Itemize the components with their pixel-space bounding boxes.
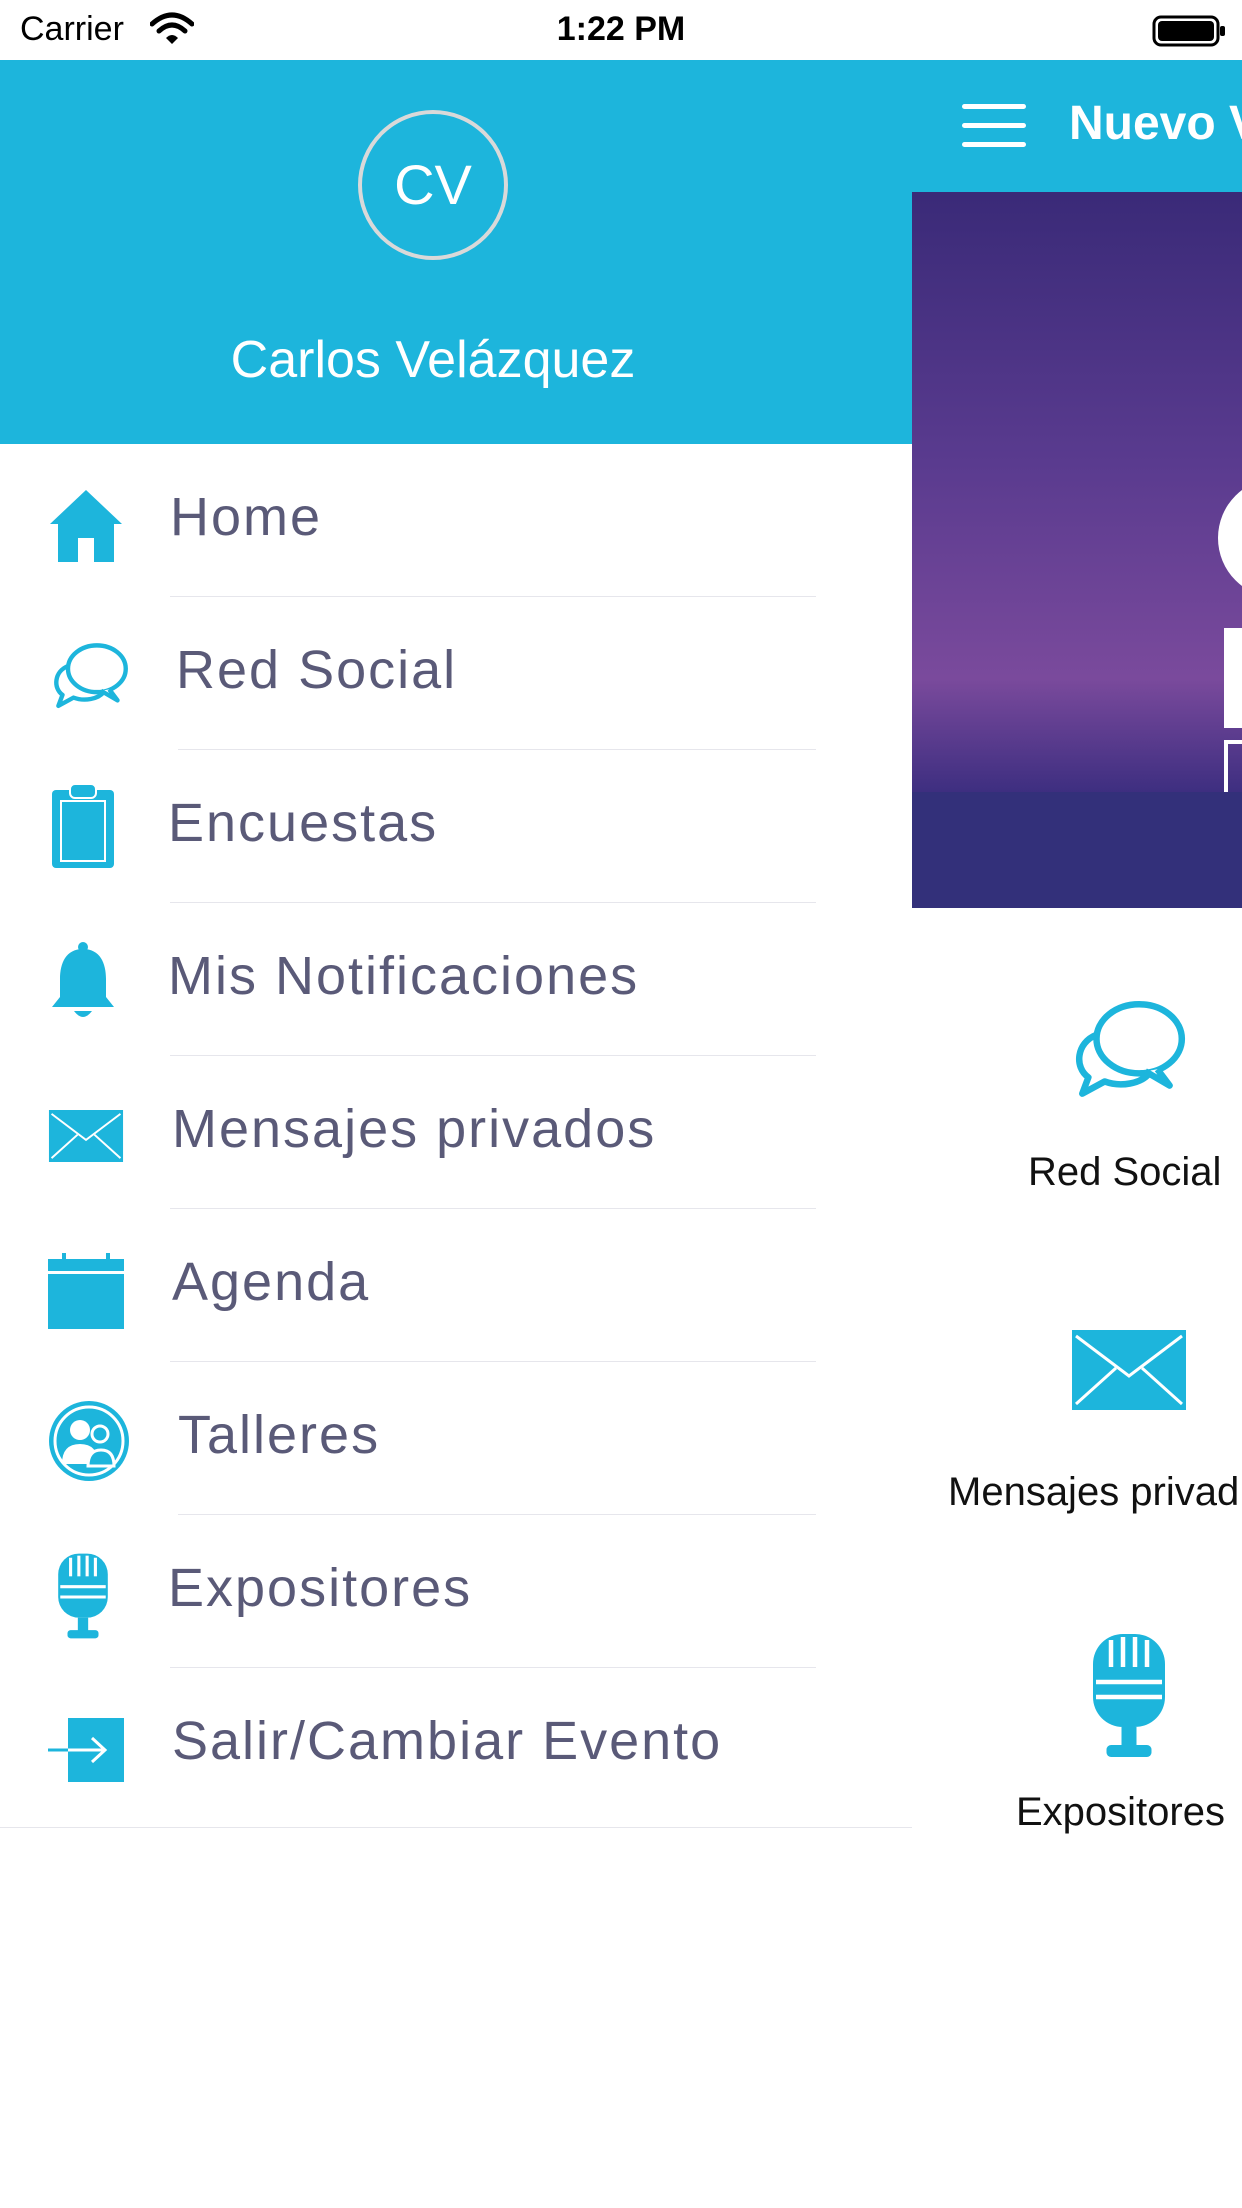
menu-item-label: Home (170, 487, 323, 547)
main-screen: Nuevo V Red Social Mensajes privad Expos… (912, 0, 1242, 2208)
menu-item-salir-cambiar-evento[interactable]: Salir/Cambiar Evento (0, 1668, 912, 1821)
envelope-icon (48, 1110, 124, 1162)
tile-label: Red Social (1028, 1150, 1222, 1194)
drawer-header: CV Carlos Velázquez (0, 60, 912, 444)
tile-mensajes-privados[interactable]: Mensajes privad (912, 1320, 1242, 1550)
banner-logo-bar (1224, 628, 1242, 728)
status-time: 1:22 PM (556, 10, 686, 48)
clipboard-icon (52, 783, 114, 868)
menu-item-home[interactable]: Home (0, 444, 912, 597)
nav-bar: Nuevo V (912, 60, 1242, 192)
battery-icon (1152, 15, 1225, 47)
menu-item-label: Red Social (176, 640, 458, 700)
menu-item-label: Encuestas (168, 793, 439, 853)
tile-label: Mensajes privad (948, 1470, 1240, 1514)
menu-item-label: Agenda (172, 1252, 371, 1312)
menu-item-label: Mis Notificaciones (168, 946, 640, 1006)
status-bar: Carrier 1:22 PM (0, 0, 1242, 60)
envelope-icon (1072, 1330, 1186, 1410)
people-icon (49, 1401, 129, 1481)
banner-logo-letter (1224, 740, 1242, 792)
menu-item-label: Talleres (178, 1405, 381, 1465)
hamburger-menu-icon[interactable] (962, 104, 1026, 148)
menu-item-label: Expositores (168, 1558, 473, 1618)
menu-item-agenda[interactable]: Agenda (0, 1209, 912, 1362)
chat-bubbles-icon (1076, 1001, 1186, 1097)
side-drawer: CV Carlos Velázquez Home Red Social Encu… (0, 0, 912, 2208)
menu-item-mensajes-privados[interactable]: Mensajes privados (0, 1056, 912, 1209)
menu-item-red-social[interactable]: Red Social (0, 597, 912, 750)
menu-item-encuestas[interactable]: Encuestas (0, 750, 912, 903)
banner-strip (912, 792, 1242, 908)
menu-item-notificaciones[interactable]: Mis Notificaciones (0, 903, 912, 1056)
tile-red-social[interactable]: Red Social (912, 960, 1242, 1220)
menu-item-label: Salir/Cambiar Evento (172, 1711, 723, 1771)
avatar[interactable]: CV (358, 110, 508, 260)
nav-title: Nuevo V (1069, 97, 1242, 150)
calendar-icon (48, 1253, 124, 1329)
menu-item-label: Mensajes privados (172, 1099, 657, 1159)
banner-logo-shape (1218, 478, 1242, 598)
menu-bottom-divider (0, 1827, 912, 1828)
menu-item-expositores[interactable]: Expositores (0, 1515, 912, 1668)
event-banner-image (912, 192, 1242, 908)
tile-label: Expositores (1016, 1790, 1225, 1834)
microphone-icon (58, 1553, 108, 1639)
user-name: Carlos Velázquez (230, 331, 636, 389)
microphone-icon (1093, 1634, 1165, 1757)
menu-item-talleres[interactable]: Talleres (0, 1362, 912, 1515)
tile-expositores[interactable]: Expositores (912, 1630, 1242, 1880)
bell-icon (52, 942, 114, 1017)
exit-arrow-icon (48, 1718, 124, 1782)
chat-bubbles-icon (54, 643, 128, 709)
home-icon (50, 490, 122, 562)
